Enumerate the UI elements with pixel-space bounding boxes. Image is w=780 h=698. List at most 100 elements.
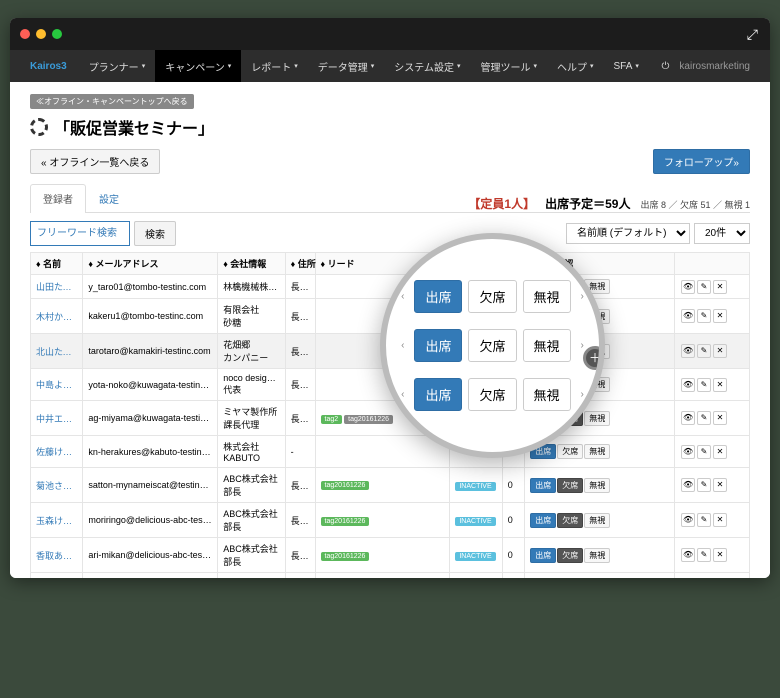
status-badge: INACTIVE [455, 482, 495, 491]
lens-ignore-button[interactable]: 無視 [523, 378, 571, 411]
view-icon[interactable]: 👁 [681, 478, 695, 492]
menu-item[interactable]: キャンペーン ▾ [155, 50, 241, 82]
attend-absent-button[interactable]: 欠席 [557, 478, 583, 493]
menu-item[interactable]: システム設定 ▾ [384, 50, 470, 82]
expand-icon[interactable]: ⤢ [747, 26, 758, 43]
attend-ignore-button[interactable]: 無視 [584, 411, 610, 426]
lens-attend-button[interactable]: 出席 [414, 280, 462, 313]
name-cell[interactable]: 山田たろう [31, 275, 83, 299]
lens-ignore-button[interactable]: 無視 [523, 329, 571, 362]
edit-icon[interactable]: ✎ [697, 280, 711, 294]
view-icon[interactable]: 👁 [681, 445, 695, 459]
attend-present-button[interactable]: 出席 [530, 478, 556, 493]
name-cell[interactable]: 木村かける [31, 299, 83, 334]
lens-ignore-button[interactable]: 無視 [523, 280, 571, 313]
name-cell[interactable]: 中島ようた [31, 369, 83, 401]
delete-icon[interactable]: ✕ [713, 445, 727, 459]
table-row: 山田たろうy_taro01@tombo-testinc.com林檎機械株式会社長… [31, 275, 750, 299]
attend-ignore-button[interactable]: 無視 [584, 548, 610, 563]
view-icon[interactable]: 👁 [681, 309, 695, 323]
magnifier-lens: ‹ 出席 欠席 無視 › ‹ 出席 欠席 無視 › ‹ 出席 欠席 無視 › ＋ [380, 233, 605, 458]
lens-attend-button[interactable]: 出席 [414, 329, 462, 362]
back-to-top-pill[interactable]: ≪オフライン・キャンペーントップへ戻る [30, 94, 194, 109]
view-icon[interactable]: 👁 [681, 548, 695, 562]
column-header[interactable] [675, 253, 750, 275]
column-header[interactable]: ♦ 会社情報 [218, 253, 285, 275]
sort-select[interactable]: 名前順 (デフォルト) [566, 223, 690, 244]
caret-down-icon: ▾ [371, 62, 375, 70]
user-link[interactable]: kairosmarketing [679, 61, 750, 72]
attend-present-button[interactable]: 出席 [530, 513, 556, 528]
lens-absent-button[interactable]: 欠席 [468, 378, 516, 411]
status-cell: INACTIVE [450, 468, 502, 503]
edit-icon[interactable]: ✎ [697, 378, 711, 392]
minimize-dot[interactable] [36, 29, 46, 39]
search-button[interactable]: 検索 [134, 221, 176, 246]
zoom-dot[interactable] [52, 29, 62, 39]
delete-icon[interactable]: ✕ [713, 478, 727, 492]
attend-absent-button[interactable]: 欠席 [557, 444, 583, 459]
menu-item[interactable]: データ管理 ▾ [308, 50, 385, 82]
window-controls [20, 29, 62, 39]
name-cell[interactable]: 香取ありさ [31, 538, 83, 573]
name-cell[interactable]: 鹿ヶ谷かおる [31, 573, 83, 579]
mail-cell: k-ichigo@delicious-abc-test-inc.com [83, 573, 218, 579]
attend-absent-button[interactable]: 欠席 [557, 548, 583, 563]
column-header[interactable]: ♦ 住所 [285, 253, 315, 275]
name-cell[interactable]: 北山たろう [31, 334, 83, 369]
column-header[interactable]: ♦ メールアドレス [83, 253, 218, 275]
lens-attend-button[interactable]: 出席 [414, 378, 462, 411]
chevron-right-icon: › [577, 389, 588, 400]
delete-icon[interactable]: ✕ [713, 548, 727, 562]
attend-ignore-button[interactable]: 無視 [584, 513, 610, 528]
edit-icon[interactable]: ✎ [697, 445, 711, 459]
action-cell: 👁✎✕ [675, 334, 750, 369]
delete-icon[interactable]: ✕ [713, 411, 727, 425]
lens-absent-button[interactable]: 欠席 [468, 280, 516, 313]
followup-button[interactable]: フォローアップ» [653, 149, 750, 174]
view-icon[interactable]: 👁 [681, 513, 695, 527]
delete-icon[interactable]: ✕ [713, 378, 727, 392]
menu-item[interactable]: SFA ▾ [604, 50, 649, 82]
address-cell: 長野県 [285, 538, 315, 573]
back-to-list-button[interactable]: « オフライン一覧へ戻る [30, 149, 160, 174]
edit-icon[interactable]: ✎ [697, 548, 711, 562]
edit-icon[interactable]: ✎ [697, 478, 711, 492]
close-dot[interactable] [20, 29, 30, 39]
view-icon[interactable]: 👁 [681, 411, 695, 425]
edit-icon[interactable]: ✎ [697, 344, 711, 358]
attend-ignore-button[interactable]: 無視 [584, 478, 610, 493]
attend-present-button[interactable]: 出席 [530, 548, 556, 563]
name-cell[interactable]: 菊池さとし [31, 468, 83, 503]
menu-item[interactable]: 管理ツール ▾ [470, 50, 547, 82]
lead-tag: tag20161226 [321, 517, 370, 526]
view-icon[interactable]: 👁 [681, 344, 695, 358]
delete-icon[interactable]: ✕ [713, 280, 727, 294]
column-header[interactable]: ♦ 名前 [31, 253, 83, 275]
tab[interactable]: 設定 [86, 184, 132, 212]
search-input[interactable] [30, 221, 130, 246]
address-cell: 長野県 [285, 401, 315, 436]
menu-item[interactable]: ヘルプ ▾ [547, 50, 604, 82]
power-icon[interactable]: ⏻ [651, 50, 679, 82]
delete-icon[interactable]: ✕ [713, 309, 727, 323]
lens-absent-button[interactable]: 欠席 [468, 329, 516, 362]
delete-icon[interactable]: ✕ [713, 513, 727, 527]
name-cell[interactable]: 玉森けんし [31, 503, 83, 538]
name-cell[interactable]: 佐藤けんと [31, 436, 83, 468]
page-size-select[interactable]: 20件 [694, 223, 750, 244]
menu-item[interactable]: プランナー ▾ [79, 50, 156, 82]
edit-icon[interactable]: ✎ [697, 513, 711, 527]
edit-icon[interactable]: ✎ [697, 309, 711, 323]
attend-absent-button[interactable]: 欠席 [557, 513, 583, 528]
name-cell[interactable]: 中井エイジ [31, 401, 83, 436]
brand-logo[interactable]: Kairos3 [30, 61, 67, 72]
tab[interactable]: 登録者 [30, 184, 86, 213]
view-icon[interactable]: 👁 [681, 280, 695, 294]
attend-ignore-button[interactable]: 無視 [584, 444, 610, 459]
delete-icon[interactable]: ✕ [713, 344, 727, 358]
edit-icon[interactable]: ✎ [697, 411, 711, 425]
view-icon[interactable]: 👁 [681, 378, 695, 392]
caret-down-icon: ▾ [228, 62, 232, 70]
menu-item[interactable]: レポート ▾ [241, 50, 308, 82]
